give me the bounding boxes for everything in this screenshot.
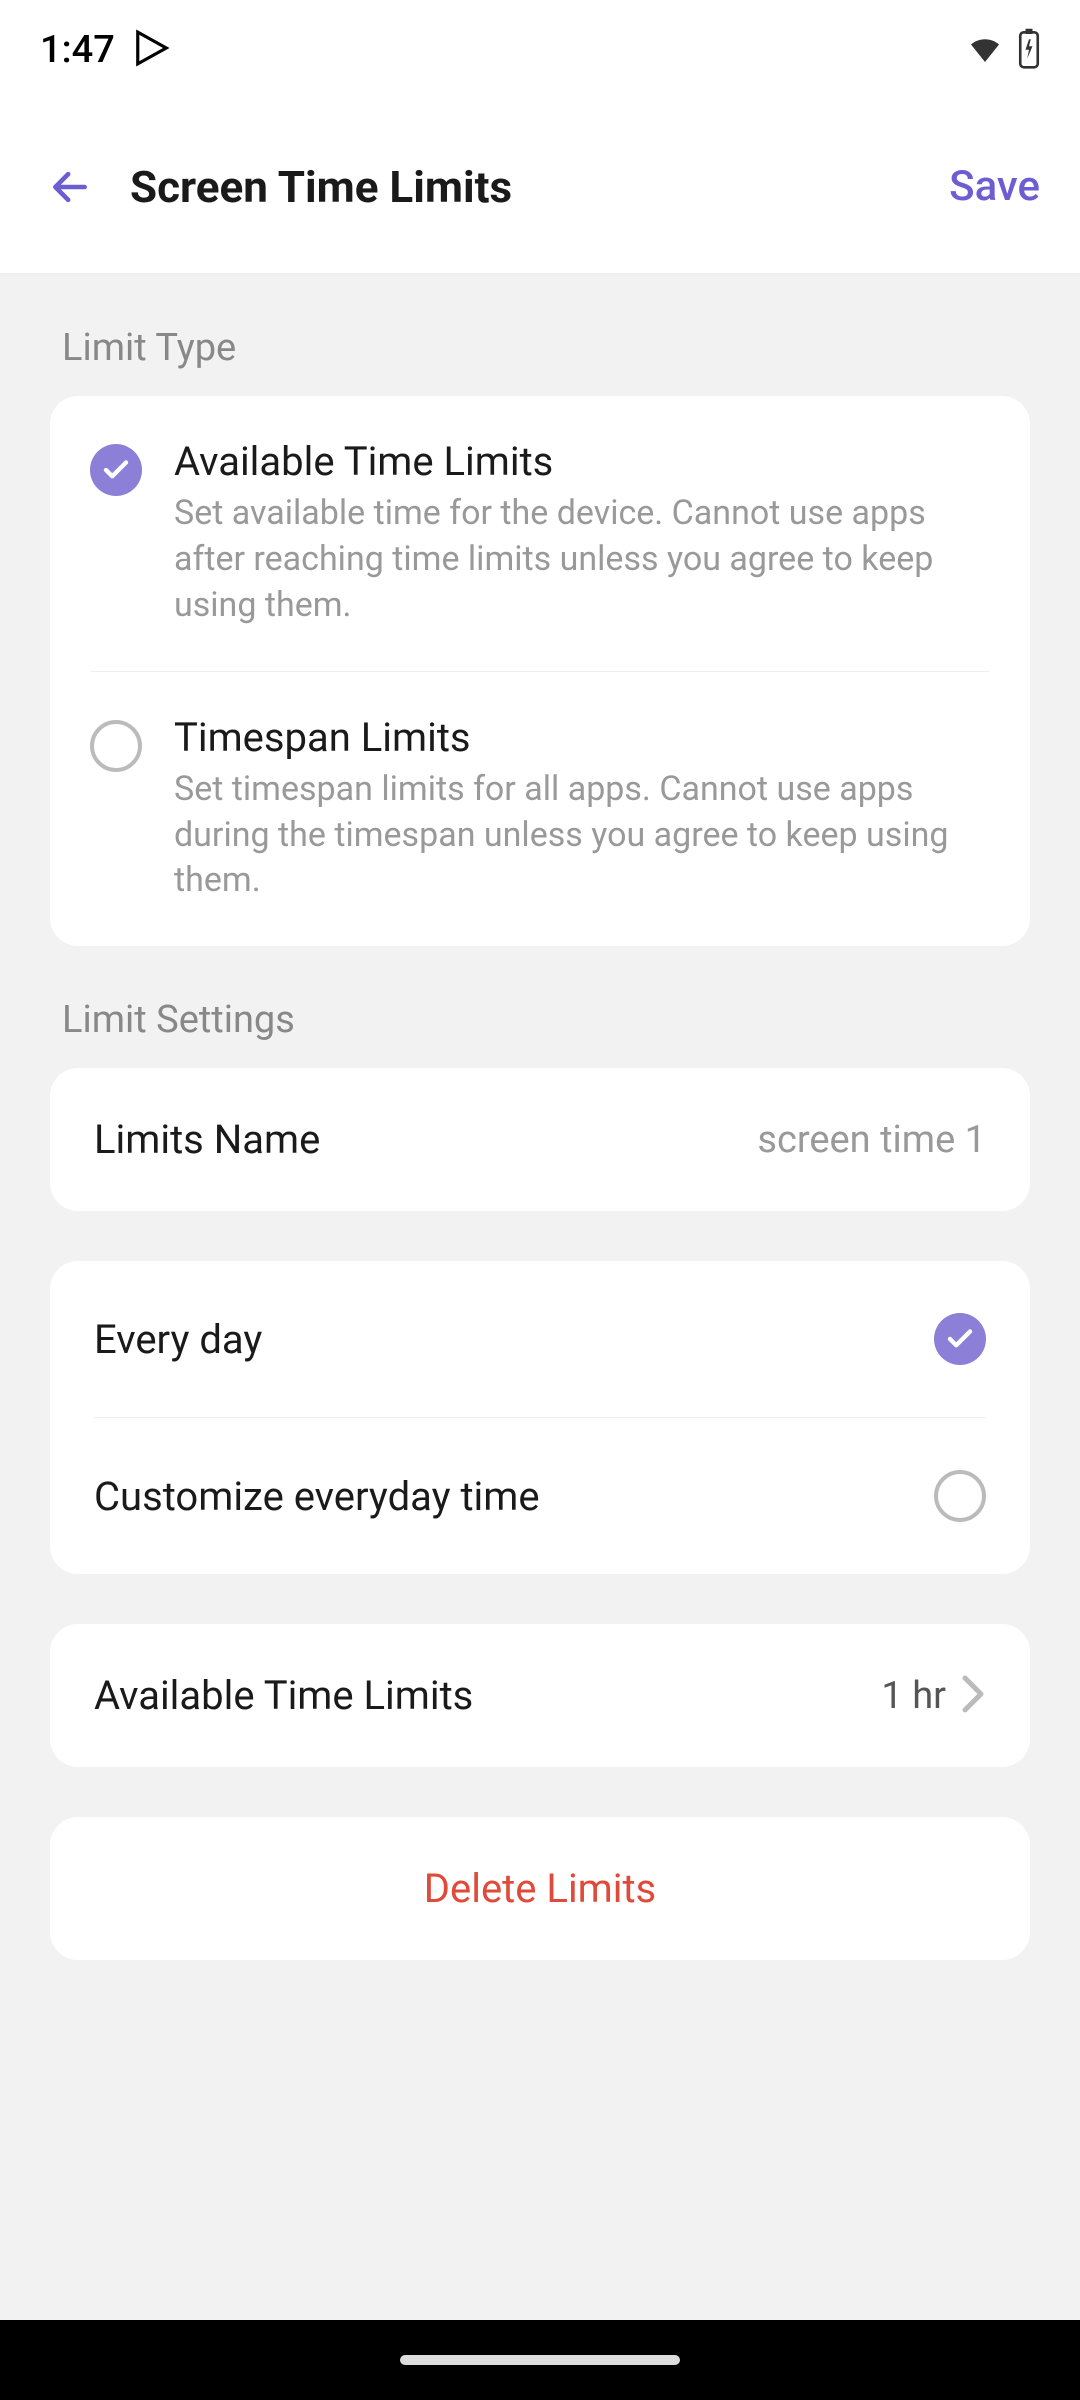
schedule-label: Customize everyday time <box>94 1473 540 1520</box>
chevron-right-icon <box>960 1674 986 1718</box>
option-timespan[interactable]: Timespan Limits Set timespan limits for … <box>90 671 990 947</box>
battery-icon <box>1018 27 1040 73</box>
home-indicator[interactable] <box>400 2355 680 2365</box>
section-limit-type: Limit Type <box>50 274 1030 396</box>
schedule-every-day[interactable]: Every day <box>50 1261 1030 1417</box>
check-on-icon <box>934 1313 986 1365</box>
limits-name-value: screen time 1 <box>757 1118 986 1162</box>
back-arrow-icon <box>48 165 92 209</box>
option-desc: Set timespan limits for all apps. Cannot… <box>174 767 990 905</box>
radio-selected-icon <box>90 444 142 496</box>
time-label: Available Time Limits <box>94 1672 473 1719</box>
delete-button[interactable]: Delete Limits <box>50 1817 1030 1960</box>
limits-name-row[interactable]: Limits Name screen time 1 <box>50 1068 1030 1211</box>
time-value: 1 hr <box>881 1674 946 1718</box>
available-time-row[interactable]: Available Time Limits 1 hr <box>50 1624 1030 1767</box>
app-header: Screen Time Limits Save <box>0 100 1080 274</box>
play-store-icon <box>133 29 171 71</box>
delete-label: Delete Limits <box>424 1865 656 1912</box>
section-limit-settings: Limit Settings <box>50 946 1030 1068</box>
nav-bar <box>0 2320 1080 2400</box>
radio-unselected-icon <box>90 720 142 772</box>
option-title: Available Time Limits <box>174 438 990 485</box>
limit-type-card: Available Time Limits Set available time… <box>50 396 1030 946</box>
wifi-icon <box>964 27 1006 73</box>
page-title: Screen Time Limits <box>130 161 949 213</box>
status-time: 1:47 <box>40 28 115 72</box>
back-button[interactable] <box>40 157 100 217</box>
option-available-time[interactable]: Available Time Limits Set available time… <box>50 396 1030 671</box>
schedule-label: Every day <box>94 1316 262 1363</box>
schedule-customize[interactable]: Customize everyday time <box>94 1417 986 1574</box>
option-desc: Set available time for the device. Canno… <box>174 491 990 629</box>
check-off-icon <box>934 1470 986 1522</box>
limits-name-label: Limits Name <box>94 1116 320 1163</box>
status-bar: 1:47 <box>0 0 1080 100</box>
option-title: Timespan Limits <box>174 714 990 761</box>
schedule-card: Every day Customize everyday time <box>50 1261 1030 1574</box>
save-button[interactable]: Save <box>949 162 1040 211</box>
